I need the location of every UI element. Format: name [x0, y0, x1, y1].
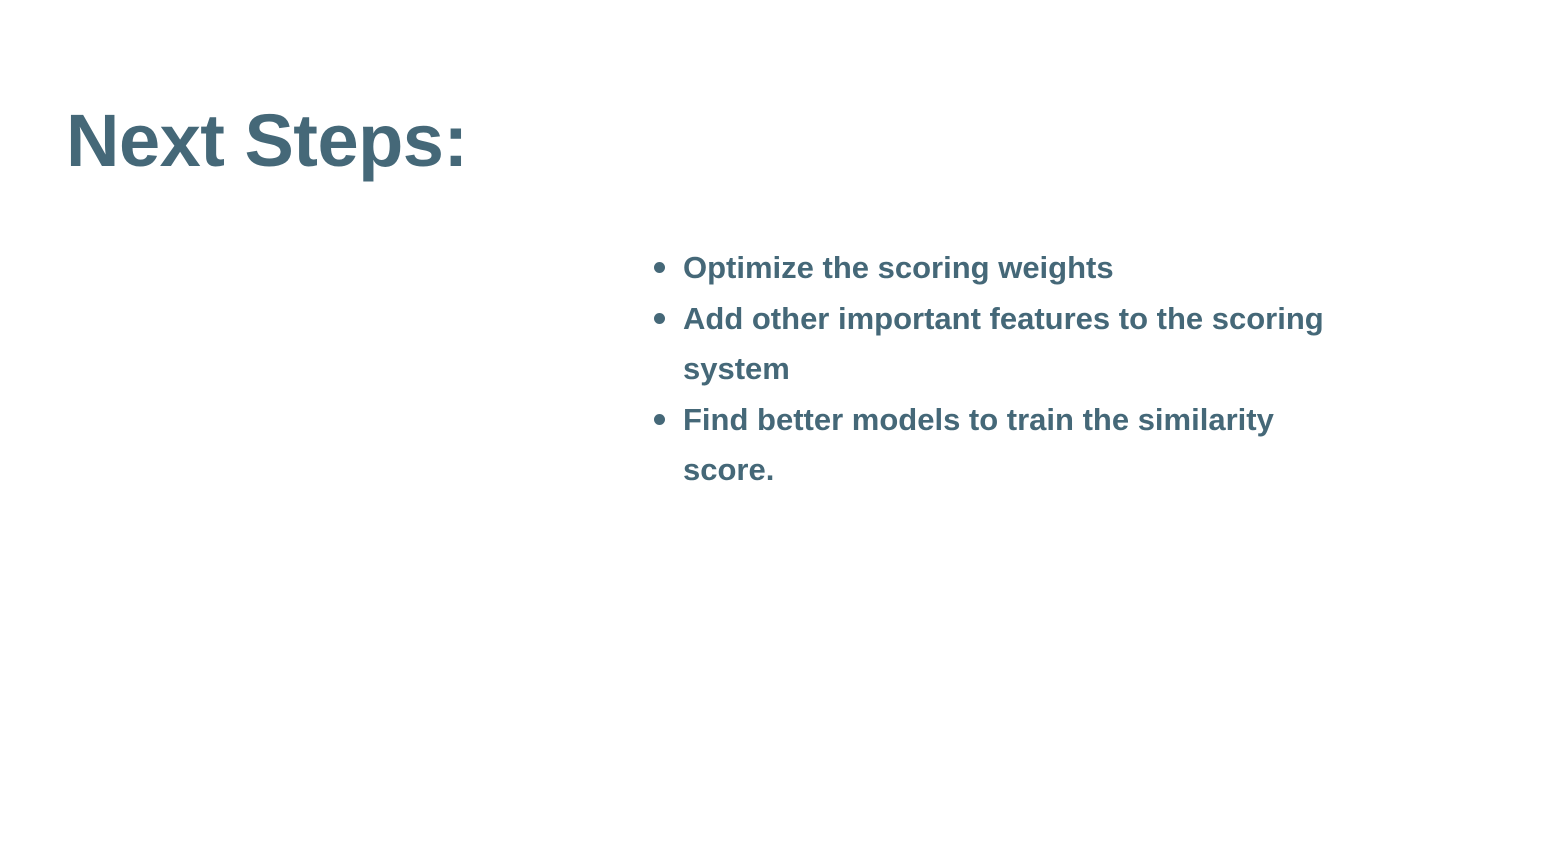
- bullet-dot-icon: [654, 262, 665, 273]
- list-item-text: Add other important features to the scor…: [683, 300, 1324, 387]
- slide: Next Steps: Optimize the scoring weights…: [0, 0, 1548, 854]
- list-item-text: Find better models to train the similari…: [683, 401, 1274, 488]
- list-item: Find better models to train the similari…: [652, 395, 1372, 496]
- list-item: Add other important features to the scor…: [652, 294, 1372, 395]
- bullet-dot-icon: [654, 413, 665, 425]
- bullet-dot-icon: [654, 312, 665, 324]
- list-item-text: Optimize the scoring weights: [683, 250, 1114, 285]
- list-item: Optimize the scoring weights: [652, 243, 1372, 294]
- slide-title: Next Steps:: [66, 99, 468, 182]
- bullet-list: Optimize the scoring weights Add other i…: [652, 243, 1372, 496]
